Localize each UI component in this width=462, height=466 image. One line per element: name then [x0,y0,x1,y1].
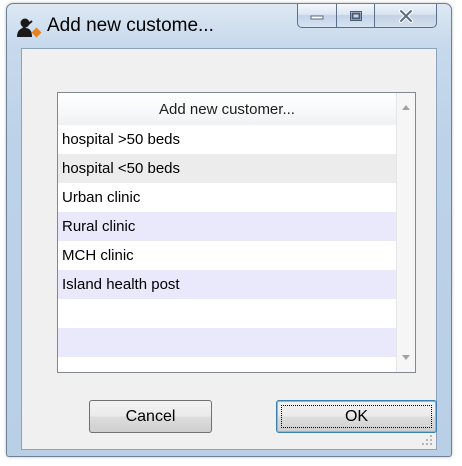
list-item[interactable] [58,328,396,357]
list-header[interactable]: Add new customer... [58,93,396,126]
cancel-button[interactable]: Cancel [89,400,212,433]
list-item[interactable]: MCH clinic [58,241,396,270]
dialog-body: Add new customer... hospital >50 beds ho… [21,48,437,450]
list-scrollbar[interactable] [396,93,415,372]
dialog-window: Add new custome... Add new customer... h… [6,3,452,457]
resize-grip-icon[interactable] [421,434,433,446]
ok-button-label: OK [344,407,369,425]
close-button[interactable] [375,4,437,28]
window-title: Add new custome... [47,15,214,36]
list-rows: hospital >50 beds hospital <50 beds Urba… [58,125,396,357]
title-bar[interactable]: Add new custome... [7,4,451,48]
customer-type-list[interactable]: Add new customer... hospital >50 beds ho… [57,92,416,373]
ok-button[interactable]: OK [276,400,437,433]
list-item[interactable]: Urban clinic [58,183,396,212]
list-item[interactable]: hospital >50 beds [58,125,396,154]
minimize-icon [310,15,324,19]
caption-buttons [297,4,437,30]
list-item[interactable] [58,299,396,328]
list-item[interactable]: hospital <50 beds [58,154,396,183]
minimize-button[interactable] [297,4,337,28]
list-item[interactable]: Rural clinic [58,212,396,241]
scroll-up-icon[interactable] [402,105,410,110]
customer-icon [17,18,42,38]
close-icon [398,8,413,23]
list-item[interactable]: Island health post [58,270,396,299]
maximize-button[interactable] [337,4,375,28]
page: Add new custome... Add new customer... h… [0,0,462,466]
maximize-icon [349,10,362,21]
scroll-down-icon[interactable] [402,355,410,360]
